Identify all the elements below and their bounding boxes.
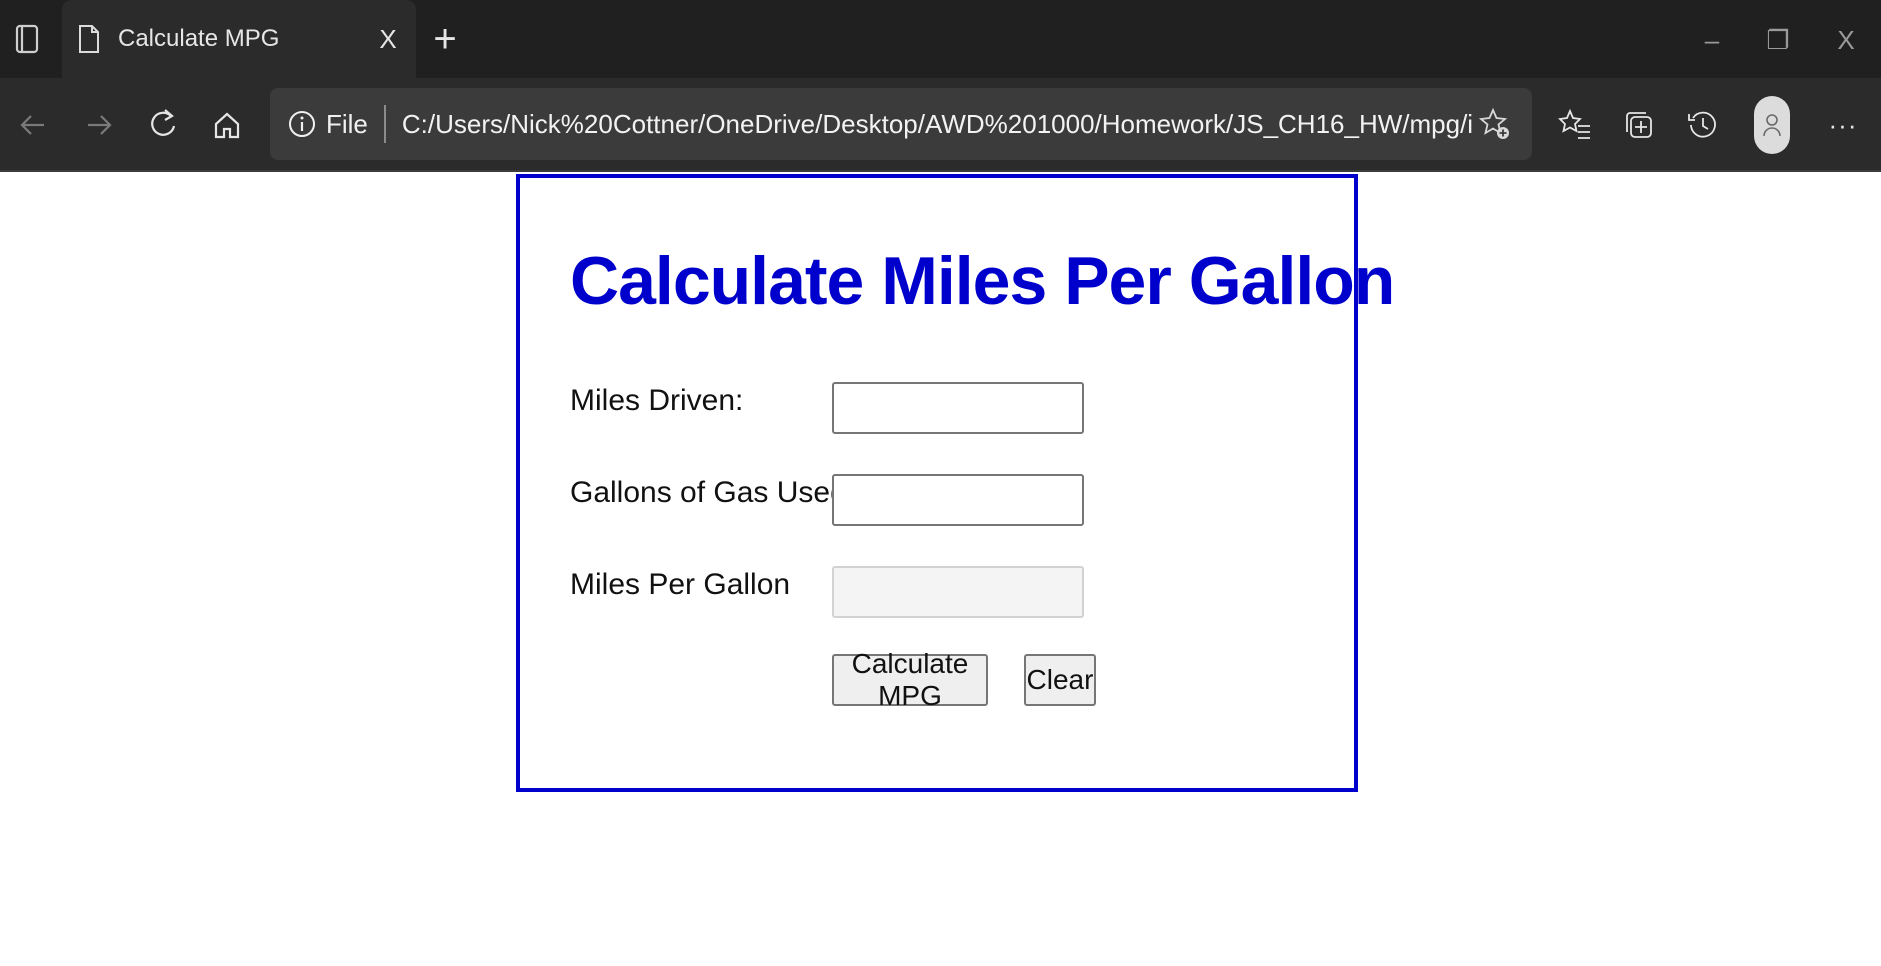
tab-calculate-mpg[interactable]: Calculate MPG X bbox=[62, 0, 416, 78]
tab-close-icon[interactable]: X bbox=[368, 19, 408, 59]
add-favorite-icon[interactable] bbox=[1472, 101, 1518, 147]
profile-icon[interactable] bbox=[1754, 96, 1790, 154]
mpg-output-field bbox=[832, 566, 1084, 618]
history-icon[interactable] bbox=[1680, 102, 1726, 148]
collections-icon[interactable] bbox=[1616, 102, 1662, 148]
page-content: Calculate Miles Per Gallon Miles Driven:… bbox=[0, 174, 1881, 966]
tab-actions-icon[interactable] bbox=[12, 22, 42, 56]
address-scheme: File bbox=[326, 108, 368, 139]
calculate-mpg-button[interactable]: Calculate MPG bbox=[832, 648, 988, 711]
home-icon[interactable] bbox=[204, 102, 250, 148]
more-icon[interactable]: ··· bbox=[1820, 102, 1866, 148]
minimize-icon[interactable]: – bbox=[1690, 18, 1734, 62]
address-url[interactable]: C:/Users/Nick%20Cottner/OneDrive/Desktop… bbox=[402, 109, 1472, 140]
mpg-label: Miles Per Gallon bbox=[570, 568, 791, 601]
new-tab-button[interactable]: + bbox=[422, 16, 468, 62]
page-icon bbox=[78, 22, 102, 56]
address-bar[interactable]: File C:/Users/Nick%20Cottner/OneDrive/De… bbox=[270, 88, 1532, 160]
gallons-used-input[interactable] bbox=[832, 474, 1084, 526]
favorites-icon[interactable] bbox=[1552, 102, 1598, 148]
miles-driven-label: Miles Driven: bbox=[570, 384, 744, 417]
gallons-used-label: Gallons of Gas Used: bbox=[570, 476, 856, 509]
title-bar: Calculate MPG X + – ❐ X bbox=[0, 0, 1881, 78]
page-title: Calculate Miles Per Gallon bbox=[570, 243, 1395, 319]
mpg-form-panel: Calculate Miles Per Gallon Miles Driven:… bbox=[516, 174, 1395, 792]
browser-toolbar: File C:/Users/Nick%20Cottner/OneDrive/De… bbox=[0, 78, 1881, 172]
back-icon[interactable] bbox=[10, 102, 56, 148]
miles-driven-input[interactable] bbox=[832, 382, 1084, 434]
restore-icon[interactable]: ❐ bbox=[1756, 18, 1800, 62]
window-close-icon[interactable]: X bbox=[1824, 18, 1868, 62]
forward-icon[interactable] bbox=[76, 102, 122, 148]
refresh-icon[interactable] bbox=[140, 102, 186, 148]
info-icon[interactable] bbox=[288, 110, 316, 138]
tab-title: Calculate MPG bbox=[118, 25, 280, 52]
clear-button[interactable]: Clear bbox=[1024, 654, 1096, 706]
address-separator bbox=[383, 105, 386, 143]
